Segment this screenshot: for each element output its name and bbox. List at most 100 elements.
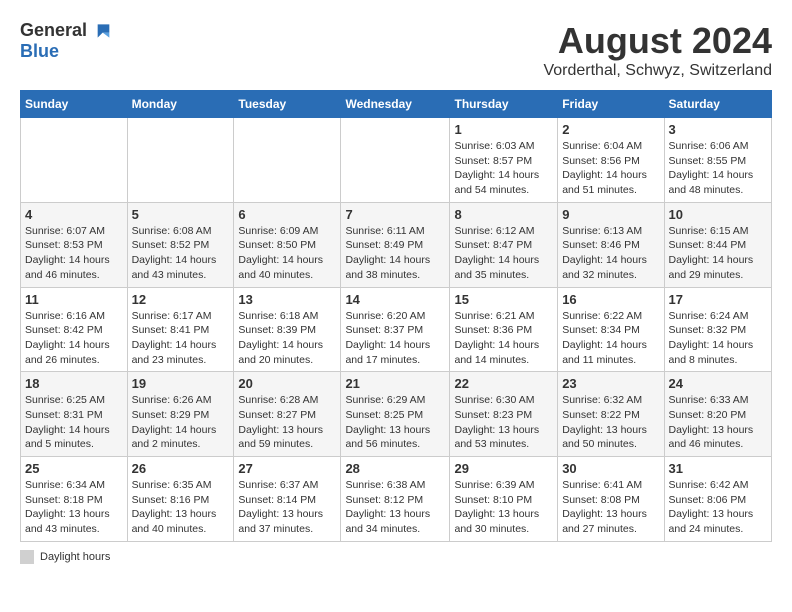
day-number: 28 bbox=[345, 461, 445, 476]
calendar-cell: 11 Sunrise: 6:16 AM Sunset: 8:42 PM Dayli… bbox=[21, 287, 128, 372]
day-info: Sunrise: 6:12 AM Sunset: 8:47 PM Dayligh… bbox=[454, 224, 553, 283]
day-number: 20 bbox=[238, 376, 336, 391]
calendar-cell: 22 Sunrise: 6:30 AM Sunset: 8:23 PM Dayli… bbox=[450, 372, 558, 457]
calendar-cell: 15 Sunrise: 6:21 AM Sunset: 8:36 PM Dayli… bbox=[450, 287, 558, 372]
logo: General Blue bbox=[20, 20, 111, 62]
calendar-cell: 16Sunrise: 6:22 AM Sunset: 8:34 PM Dayli… bbox=[558, 287, 664, 372]
header-cell-saturday: Saturday bbox=[664, 91, 771, 118]
day-number: 10 bbox=[669, 207, 767, 222]
day-info: Sunrise: 6:11 AM Sunset: 8:49 PM Dayligh… bbox=[345, 224, 445, 283]
logo-icon bbox=[91, 21, 111, 41]
main-title: August 2024 bbox=[543, 20, 772, 62]
calendar-cell: 29Sunrise: 6:39 AM Sunset: 8:10 PM Dayli… bbox=[450, 457, 558, 542]
day-number: 24 bbox=[669, 376, 767, 391]
header-cell-tuesday: Tuesday bbox=[234, 91, 341, 118]
day-info: Sunrise: 6:13 AM Sunset: 8:46 PM Dayligh… bbox=[562, 224, 659, 283]
day-info: Sunrise: 6:26 AM Sunset: 8:29 PM Dayligh… bbox=[132, 393, 230, 452]
day-number: 4 bbox=[25, 207, 123, 222]
day-number: 26 bbox=[132, 461, 230, 476]
header-cell-wednesday: Wednesday bbox=[341, 91, 450, 118]
day-info: Sunrise: 6:32 AM Sunset: 8:22 PM Dayligh… bbox=[562, 393, 659, 452]
day-info: Sunrise: 6:30 AM Sunset: 8:23 PM Dayligh… bbox=[454, 393, 553, 452]
day-number: 3 bbox=[669, 122, 767, 137]
calendar-cell: 6 Sunrise: 6:09 AM Sunset: 8:50 PM Daylig… bbox=[234, 202, 341, 287]
day-number: 21 bbox=[345, 376, 445, 391]
day-info: Sunrise: 6:17 AM Sunset: 8:41 PM Dayligh… bbox=[132, 309, 230, 368]
day-number: 11 bbox=[25, 292, 123, 307]
header-cell-thursday: Thursday bbox=[450, 91, 558, 118]
day-info: Sunrise: 6:33 AM Sunset: 8:20 PM Dayligh… bbox=[669, 393, 767, 452]
calendar-cell: 9 Sunrise: 6:13 AM Sunset: 8:46 PM Daylig… bbox=[558, 202, 664, 287]
day-number: 19 bbox=[132, 376, 230, 391]
day-info: Sunrise: 6:06 AM Sunset: 8:55 PM Dayligh… bbox=[669, 139, 767, 198]
calendar-cell: 25 Sunrise: 6:34 AM Sunset: 8:18 PM Dayli… bbox=[21, 457, 128, 542]
day-number: 6 bbox=[238, 207, 336, 222]
day-number: 30 bbox=[562, 461, 659, 476]
calendar-cell: 30 Sunrise: 6:41 AM Sunset: 8:08 PM Dayli… bbox=[558, 457, 664, 542]
day-info: Sunrise: 6:07 AM Sunset: 8:53 PM Dayligh… bbox=[25, 224, 123, 283]
logo-blue-text: Blue bbox=[20, 41, 59, 62]
day-number: 25 bbox=[25, 461, 123, 476]
day-info: Sunrise: 6:28 AM Sunset: 8:27 PM Dayligh… bbox=[238, 393, 336, 452]
calendar-week-2: 11 Sunrise: 6:16 AM Sunset: 8:42 PM Dayli… bbox=[21, 287, 772, 372]
page-header: General Blue August 2024 Vorderthal, Sch… bbox=[20, 20, 772, 80]
title-section: August 2024 Vorderthal, Schwyz, Switzerl… bbox=[543, 20, 772, 80]
footer: Daylight hours bbox=[20, 550, 772, 564]
subtitle: Vorderthal, Schwyz, Switzerland bbox=[543, 62, 772, 80]
day-info: Sunrise: 6:09 AM Sunset: 8:50 PM Dayligh… bbox=[238, 224, 336, 283]
calendar-cell: 8 Sunrise: 6:12 AM Sunset: 8:47 PM Daylig… bbox=[450, 202, 558, 287]
day-number: 1 bbox=[454, 122, 553, 137]
calendar-cell: 5 Sunrise: 6:08 AM Sunset: 8:52 PM Daylig… bbox=[127, 202, 234, 287]
day-number: 9 bbox=[562, 207, 659, 222]
day-number: 16 bbox=[562, 292, 659, 307]
day-number: 27 bbox=[238, 461, 336, 476]
calendar-cell: 4 Sunrise: 6:07 AM Sunset: 8:53 PM Daylig… bbox=[21, 202, 128, 287]
calendar-cell: 19 Sunrise: 6:26 AM Sunset: 8:29 PM Dayli… bbox=[127, 372, 234, 457]
calendar-cell: 24 Sunrise: 6:33 AM Sunset: 8:20 PM Dayli… bbox=[664, 372, 771, 457]
day-number: 8 bbox=[454, 207, 553, 222]
calendar-cell: 13Sunrise: 6:18 AM Sunset: 8:39 PM Dayli… bbox=[234, 287, 341, 372]
header-cell-sunday: Sunday bbox=[21, 91, 128, 118]
day-info: Sunrise: 6:16 AM Sunset: 8:42 PM Dayligh… bbox=[25, 309, 123, 368]
calendar-cell bbox=[127, 118, 234, 203]
calendar-cell: 20 Sunrise: 6:28 AM Sunset: 8:27 PM Dayli… bbox=[234, 372, 341, 457]
day-info: Sunrise: 6:04 AM Sunset: 8:56 PM Dayligh… bbox=[562, 139, 659, 198]
calendar-cell: 14Sunrise: 6:20 AM Sunset: 8:37 PM Dayli… bbox=[341, 287, 450, 372]
calendar-cell bbox=[341, 118, 450, 203]
day-number: 23 bbox=[562, 376, 659, 391]
day-info: Sunrise: 6:25 AM Sunset: 8:31 PM Dayligh… bbox=[25, 393, 123, 452]
day-info: Sunrise: 6:39 AM Sunset: 8:10 PM Dayligh… bbox=[454, 478, 553, 537]
day-info: Sunrise: 6:42 AM Sunset: 8:06 PM Dayligh… bbox=[669, 478, 767, 537]
header-cell-monday: Monday bbox=[127, 91, 234, 118]
calendar-header: SundayMondayTuesdayWednesdayThursdayFrid… bbox=[21, 91, 772, 118]
day-number: 31 bbox=[669, 461, 767, 476]
calendar-cell: 1Sunrise: 6:03 AM Sunset: 8:57 PM Daylig… bbox=[450, 118, 558, 203]
calendar-week-1: 4 Sunrise: 6:07 AM Sunset: 8:53 PM Daylig… bbox=[21, 202, 772, 287]
daylight-icon bbox=[20, 550, 34, 564]
logo-general-text: General bbox=[20, 20, 87, 41]
day-info: Sunrise: 6:37 AM Sunset: 8:14 PM Dayligh… bbox=[238, 478, 336, 537]
calendar-cell: 26Sunrise: 6:35 AM Sunset: 8:16 PM Dayli… bbox=[127, 457, 234, 542]
calendar-cell: 7Sunrise: 6:11 AM Sunset: 8:49 PM Daylig… bbox=[341, 202, 450, 287]
calendar-cell: 18 Sunrise: 6:25 AM Sunset: 8:31 PM Dayli… bbox=[21, 372, 128, 457]
header-cell-friday: Friday bbox=[558, 91, 664, 118]
day-info: Sunrise: 6:41 AM Sunset: 8:08 PM Dayligh… bbox=[562, 478, 659, 537]
calendar-week-3: 18 Sunrise: 6:25 AM Sunset: 8:31 PM Dayli… bbox=[21, 372, 772, 457]
calendar-cell: 28Sunrise: 6:38 AM Sunset: 8:12 PM Dayli… bbox=[341, 457, 450, 542]
calendar-cell: 27 Sunrise: 6:37 AM Sunset: 8:14 PM Dayli… bbox=[234, 457, 341, 542]
day-info: Sunrise: 6:21 AM Sunset: 8:36 PM Dayligh… bbox=[454, 309, 553, 368]
day-info: Sunrise: 6:08 AM Sunset: 8:52 PM Dayligh… bbox=[132, 224, 230, 283]
day-number: 14 bbox=[345, 292, 445, 307]
day-number: 5 bbox=[132, 207, 230, 222]
day-number: 12 bbox=[132, 292, 230, 307]
calendar-cell bbox=[234, 118, 341, 203]
day-info: Sunrise: 6:34 AM Sunset: 8:18 PM Dayligh… bbox=[25, 478, 123, 537]
calendar-cell: 17Sunrise: 6:24 AM Sunset: 8:32 PM Dayli… bbox=[664, 287, 771, 372]
day-info: Sunrise: 6:18 AM Sunset: 8:39 PM Dayligh… bbox=[238, 309, 336, 368]
day-number: 15 bbox=[454, 292, 553, 307]
calendar-cell: 21Sunrise: 6:29 AM Sunset: 8:25 PM Dayli… bbox=[341, 372, 450, 457]
header-row: SundayMondayTuesdayWednesdayThursdayFrid… bbox=[21, 91, 772, 118]
day-number: 22 bbox=[454, 376, 553, 391]
calendar-week-0: 1Sunrise: 6:03 AM Sunset: 8:57 PM Daylig… bbox=[21, 118, 772, 203]
day-number: 18 bbox=[25, 376, 123, 391]
